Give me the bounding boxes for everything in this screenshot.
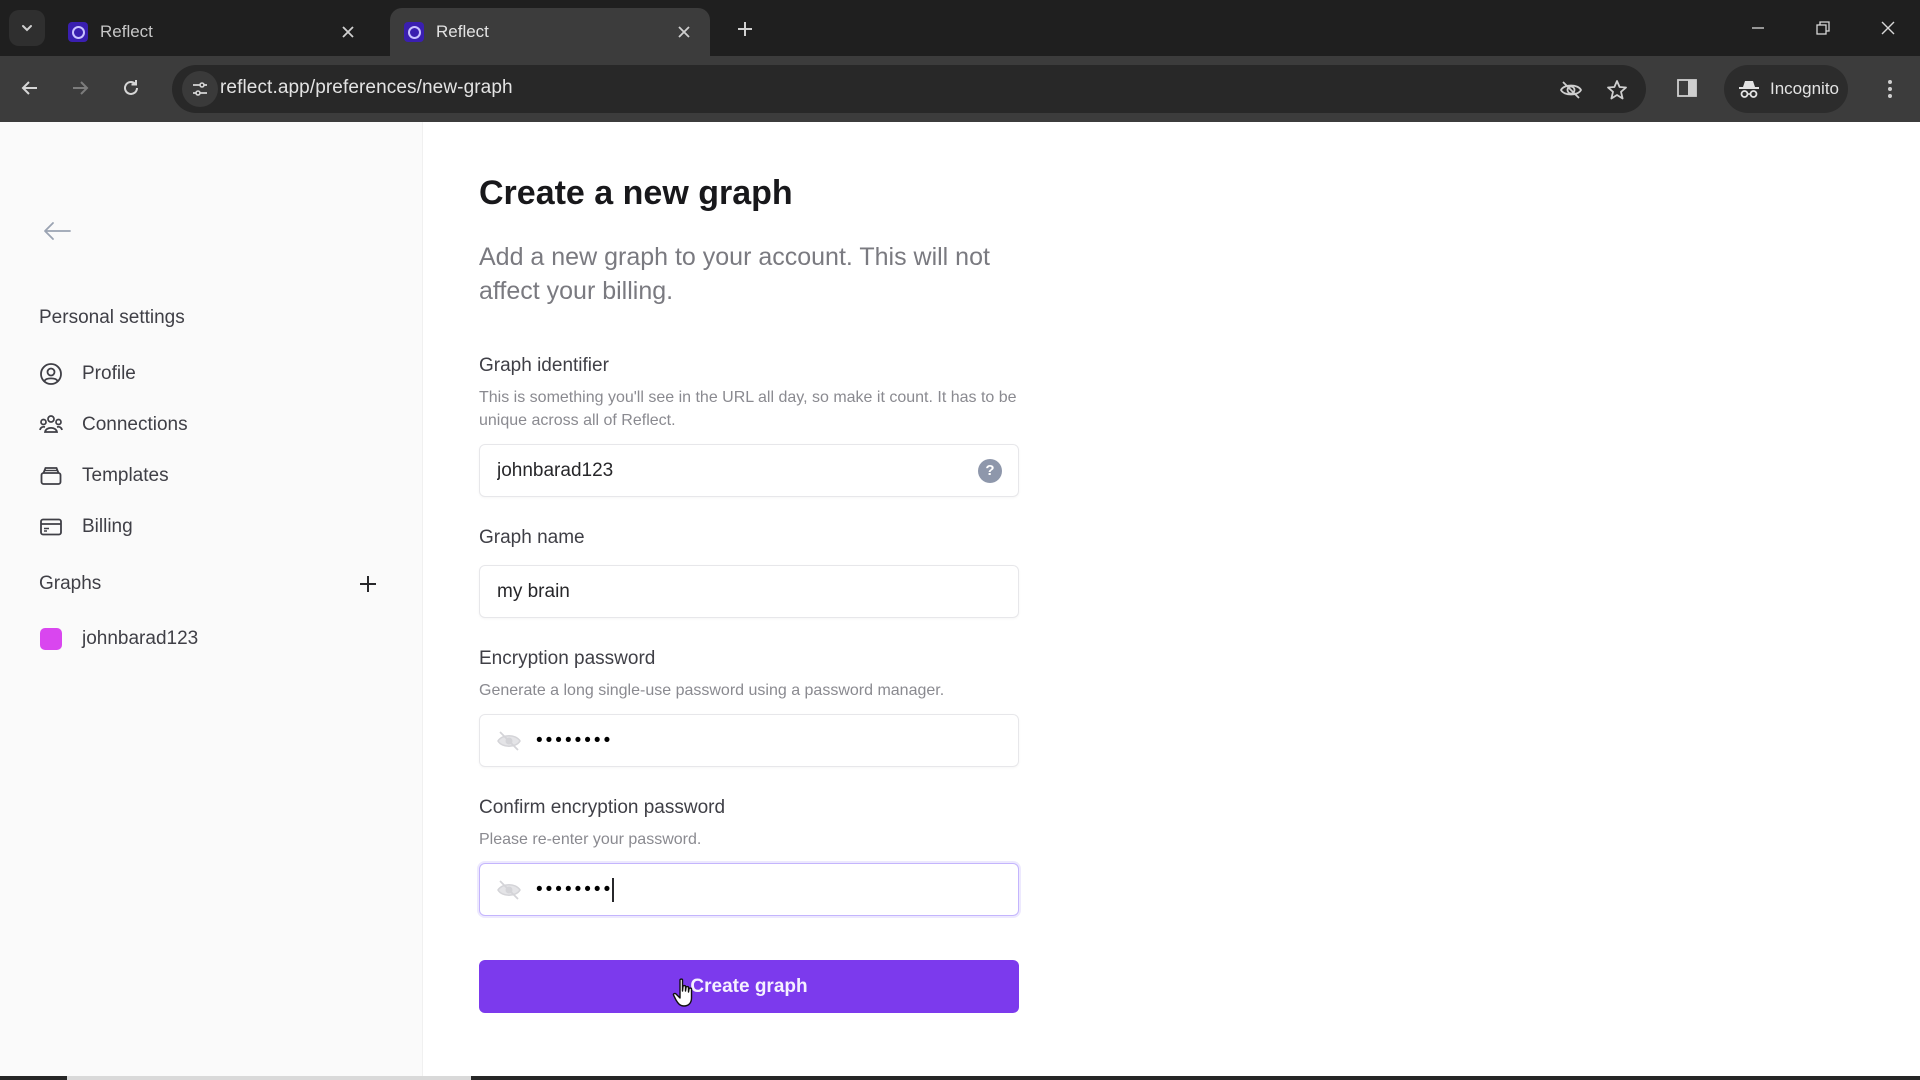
graph-name-label: Graph name bbox=[479, 527, 585, 548]
tab-close-button[interactable] bbox=[336, 20, 360, 44]
confirm-password-label: Confirm encryption password bbox=[479, 797, 726, 818]
sidebar-item-label: Billing bbox=[82, 516, 133, 537]
help-icon[interactable]: ? bbox=[978, 458, 1002, 483]
hand-cursor-icon bbox=[672, 978, 693, 1007]
arrow-left-icon bbox=[21, 81, 37, 95]
restore-button[interactable] bbox=[1803, 10, 1843, 46]
star-icon bbox=[1607, 80, 1627, 100]
page-content: Personal settings Profile Connections Te… bbox=[0, 122, 1920, 1080]
browser-tab-active[interactable]: Reflect bbox=[390, 8, 710, 56]
incognito-indicator[interactable]: Incognito bbox=[1724, 65, 1848, 113]
encryption-password-field: •••••••• bbox=[479, 714, 1019, 767]
graph-identifier-label: Graph identifier bbox=[479, 355, 609, 376]
personal-settings-heading: Personal settings bbox=[39, 307, 185, 328]
sidebar-item-connections[interactable]: Connections bbox=[38, 407, 378, 443]
reflect-favicon-icon bbox=[404, 22, 424, 42]
reload-icon bbox=[124, 80, 138, 95]
user-circle-icon bbox=[38, 361, 64, 387]
graphs-heading: Graphs bbox=[39, 573, 102, 594]
graph-name-input[interactable] bbox=[480, 566, 1018, 617]
arrow-left-icon bbox=[44, 222, 71, 240]
bottom-progress-strip bbox=[0, 1076, 1920, 1080]
url-text[interactable]: reflect.app/preferences/new-graph bbox=[220, 77, 513, 99]
confirm-password-field: •••••••• bbox=[479, 863, 1019, 916]
tab-title: Reflect bbox=[100, 22, 153, 41]
text-caret bbox=[612, 877, 615, 902]
toggle-password-visibility-button[interactable] bbox=[495, 876, 523, 904]
sidebar-item-label: Connections bbox=[82, 414, 188, 435]
confirm-password-input[interactable]: •••••••• bbox=[536, 879, 613, 901]
graph-label: johnbarad123 bbox=[82, 628, 199, 649]
restore-icon bbox=[1816, 21, 1830, 35]
browser-tab[interactable]: Reflect bbox=[54, 8, 374, 56]
graph-identifier-help: This is something you'll see in the URL … bbox=[479, 389, 1017, 429]
sidebar-item-billing[interactable]: Billing bbox=[38, 509, 378, 545]
side-panel-icon bbox=[1677, 79, 1697, 97]
side-panel-button[interactable] bbox=[1674, 75, 1700, 101]
bookmark-button[interactable] bbox=[1604, 77, 1630, 103]
settings-sidebar: Personal settings Profile Connections Te… bbox=[0, 122, 423, 1080]
reflect-favicon-icon bbox=[68, 22, 88, 42]
eye-off-icon bbox=[1559, 81, 1583, 99]
progress-segment bbox=[67, 1076, 471, 1080]
address-bar[interactable]: reflect.app/preferences/new-graph bbox=[172, 65, 1646, 113]
browser-tab-bar: Reflect Reflect bbox=[0, 0, 1920, 56]
plus-icon bbox=[738, 22, 752, 36]
sidebar-item-templates[interactable]: Templates bbox=[38, 458, 378, 494]
new-tab-button[interactable] bbox=[730, 14, 760, 44]
close-icon bbox=[1881, 21, 1895, 35]
tracking-protection-button[interactable] bbox=[1558, 77, 1584, 103]
confirm-password-help: Please re-enter your password. bbox=[479, 831, 702, 848]
add-graph-button[interactable] bbox=[354, 570, 382, 598]
reload-button[interactable] bbox=[113, 70, 149, 106]
chevron-down-icon bbox=[22, 25, 32, 32]
close-icon bbox=[342, 26, 354, 38]
kebab-menu-icon bbox=[1888, 80, 1892, 98]
incognito-icon bbox=[1739, 81, 1759, 98]
sidebar-item-label: Templates bbox=[82, 465, 169, 486]
close-window-button[interactable] bbox=[1868, 10, 1908, 46]
tab-search-button[interactable] bbox=[9, 10, 45, 46]
minimize-button[interactable] bbox=[1738, 10, 1778, 46]
sidebar-item-label: Profile bbox=[82, 363, 136, 384]
page-title: Create a new graph bbox=[479, 174, 793, 212]
credit-card-icon bbox=[38, 514, 64, 540]
graph-identifier-input[interactable] bbox=[480, 445, 978, 496]
template-icon bbox=[38, 463, 64, 489]
graph-identifier-field: ? bbox=[479, 444, 1019, 497]
close-icon bbox=[678, 26, 690, 38]
tune-icon bbox=[193, 82, 207, 96]
tab-close-button[interactable] bbox=[672, 20, 696, 44]
sidebar-item-profile[interactable]: Profile bbox=[38, 356, 378, 392]
encryption-password-label: Encryption password bbox=[479, 648, 656, 669]
browser-menu-button[interactable] bbox=[1876, 74, 1904, 104]
sidebar-graph-item[interactable]: johnbarad123 bbox=[40, 622, 198, 656]
minimize-icon bbox=[1752, 27, 1764, 29]
eye-off-icon bbox=[497, 730, 521, 751]
back-link[interactable] bbox=[40, 217, 74, 245]
users-icon bbox=[38, 412, 64, 438]
arrow-right-icon bbox=[73, 81, 89, 95]
back-button[interactable] bbox=[12, 70, 48, 106]
forward-button[interactable] bbox=[62, 70, 98, 106]
page-subtitle: Add a new graph to your account. This wi… bbox=[479, 243, 990, 305]
plus-icon bbox=[360, 576, 376, 592]
browser-toolbar: reflect.app/preferences/new-graph Incogn… bbox=[0, 56, 1920, 122]
encryption-password-help: Generate a long single-use password usin… bbox=[479, 682, 945, 699]
graph-name-field bbox=[479, 565, 1019, 618]
create-graph-button[interactable]: Create graph bbox=[479, 960, 1019, 1013]
toggle-password-visibility-button[interactable] bbox=[495, 727, 523, 755]
site-info-button[interactable] bbox=[182, 71, 218, 107]
encryption-password-input[interactable]: •••••••• bbox=[536, 730, 1018, 752]
graph-color-swatch bbox=[40, 628, 62, 650]
tab-title: Reflect bbox=[436, 22, 489, 41]
eye-off-icon bbox=[497, 879, 521, 900]
incognito-label: Incognito bbox=[1770, 79, 1839, 98]
